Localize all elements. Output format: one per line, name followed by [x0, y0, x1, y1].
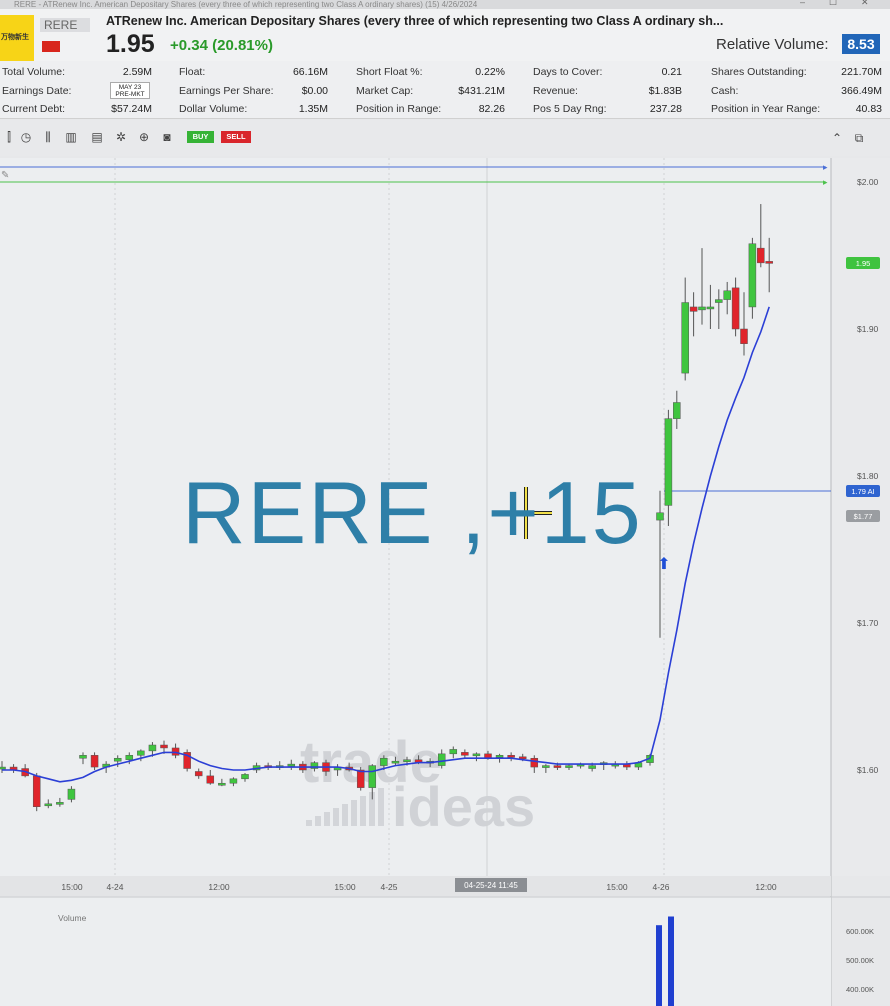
candle-body	[449, 749, 458, 755]
arrow-right-icon: ▸	[823, 162, 828, 172]
y-tick-label: $1.90	[857, 324, 879, 334]
candle-body	[530, 757, 539, 768]
candle-body	[495, 755, 504, 758]
watermark-bar	[333, 808, 339, 826]
volume-tick-label: 500.00K	[846, 956, 874, 965]
x-tick-label: 15:00	[606, 882, 628, 892]
watermark-bar	[306, 820, 312, 826]
volume-tick-label: 400.00K	[846, 985, 874, 994]
candle-body	[472, 753, 481, 757]
watermark-bar	[342, 804, 348, 826]
volume-label: Volume	[58, 913, 87, 923]
candle-body	[553, 765, 562, 768]
x-tick-label: 4-24	[106, 882, 123, 892]
candle-body	[673, 402, 681, 419]
candle-body	[518, 756, 527, 760]
y-tick-label: $1.60	[857, 765, 879, 775]
candle-body	[565, 765, 573, 768]
candle-body	[194, 771, 203, 777]
candle-body	[206, 775, 215, 784]
candle-body	[229, 778, 238, 784]
candle-body	[125, 755, 134, 760]
candle-body	[689, 306, 698, 312]
volume-tick-label: 600.00K	[846, 927, 874, 936]
watermark-ideas: ideas	[392, 775, 535, 838]
price-tag-ma: 1.79 AI	[851, 487, 874, 496]
candle-body	[681, 302, 689, 374]
x-tick-label: 12:00	[755, 882, 777, 892]
arrow-right-icon: ▸	[823, 177, 828, 187]
candle-body	[748, 243, 757, 308]
pencil-icon: ✎	[1, 170, 9, 181]
x-tick-label: 15:00	[334, 882, 356, 892]
candle-body	[148, 744, 157, 752]
candle-body	[403, 759, 411, 762]
candle-body	[368, 765, 377, 788]
candle-body	[79, 755, 87, 759]
candle-body	[437, 753, 446, 766]
watermark-bar	[324, 812, 330, 826]
candle-body	[356, 769, 365, 788]
price-tag-prev: $1.77	[854, 512, 873, 521]
candle-body	[461, 752, 469, 756]
buy-arrow-icon: ⬆	[657, 556, 670, 573]
candle-body	[391, 760, 400, 764]
candle-body	[715, 299, 723, 303]
candle-body	[241, 774, 249, 780]
candle-body	[588, 765, 596, 769]
candle-body	[90, 755, 99, 768]
candle-body	[765, 261, 773, 264]
candle-body	[160, 744, 168, 749]
volume-pane	[0, 897, 831, 1006]
candle-body	[698, 306, 706, 311]
x-tick-label: 4-26	[652, 882, 669, 892]
x-tick-label: 12:00	[208, 882, 230, 892]
watermark-bar	[360, 796, 366, 826]
watermark-bar	[315, 816, 321, 826]
watermark-bar	[351, 800, 357, 826]
x-tick-label: 15:00	[61, 882, 83, 892]
candle-body	[44, 803, 53, 807]
candle-body	[380, 757, 388, 766]
y-tick-label: $2.00	[857, 177, 879, 187]
x-tick-label: 4-25	[380, 882, 397, 892]
candle-body	[656, 512, 664, 521]
candle-body	[731, 287, 740, 330]
candle-body	[757, 247, 765, 264]
candle-body	[664, 418, 673, 506]
y-tick-label: $1.80	[857, 471, 879, 481]
x-axis-area	[0, 876, 831, 896]
candle-body	[137, 750, 145, 756]
candle-body	[542, 765, 550, 768]
volume-bar	[668, 916, 674, 1006]
cursor-time-label: 04-25-24 11:45	[464, 881, 518, 890]
volume-bar	[656, 925, 662, 1006]
price-tag-current: 1.95	[856, 259, 871, 268]
candle-body	[0, 766, 6, 770]
candle-body	[218, 782, 226, 786]
candle-body	[32, 775, 41, 808]
app-window: RERE - ATRenew Inc. American Depositary …	[0, 0, 890, 1006]
candle-body	[56, 802, 64, 805]
watermark-bar	[378, 788, 384, 826]
candle-body	[723, 290, 731, 300]
candle-body	[287, 763, 296, 767]
candle-body	[113, 757, 122, 762]
candle-body	[67, 788, 76, 800]
candle-body	[507, 755, 515, 758]
overlay-caption: RERE ,+15	[182, 463, 643, 562]
candle-body	[740, 328, 748, 344]
y-tick-label: $1.70	[857, 618, 879, 628]
candle-body	[706, 306, 715, 310]
